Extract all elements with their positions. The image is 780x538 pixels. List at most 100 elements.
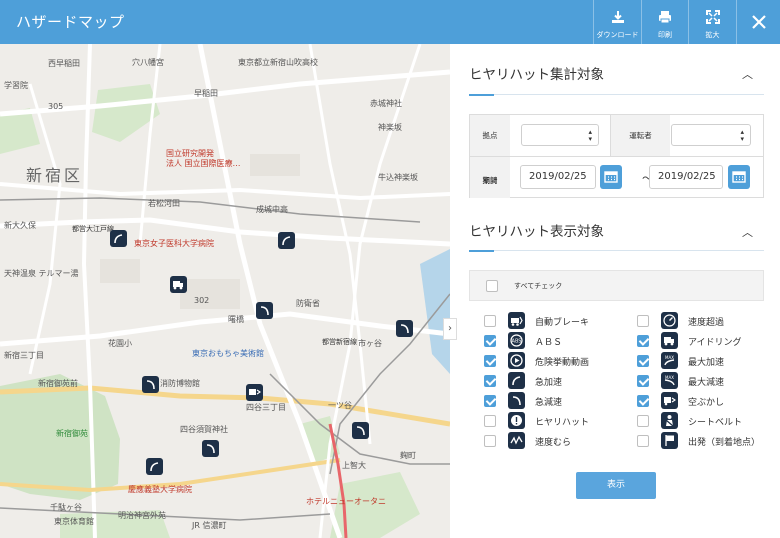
item-checkbox[interactable] [637, 355, 649, 367]
item-checkbox[interactable] [484, 335, 496, 347]
map-marker-revving[interactable] [246, 384, 263, 401]
map-label: 四谷須賀神社 [180, 425, 228, 434]
collapse-caret-icon[interactable]: ︿ [742, 66, 753, 82]
map-label: 東京おもちゃ美術館 [192, 349, 264, 358]
map-marker-sudden-accel[interactable] [146, 458, 163, 475]
map-label: 新宿三丁目 [4, 351, 44, 360]
item-label: 速度むら [535, 438, 572, 448]
map-label: 天神温泉 テルマー湯 [4, 269, 79, 278]
map-marker-idling[interactable] [170, 276, 187, 293]
map-label: 都営大江戸線 [72, 225, 114, 233]
map-label: 穴八幡宮 [132, 58, 164, 67]
app-header: ハザードマップ ダウンロード 印刷 拡大 [0, 0, 780, 44]
map-label: 慶應義塾大学病院 [128, 485, 192, 494]
date-from-calendar-button[interactable] [600, 165, 622, 189]
driver-label: 運転者 [610, 115, 670, 156]
sudden-accel-icon [508, 372, 525, 389]
filter-box: 拠点 ▴ ▾ 運転者 ▴ ▾ 集計 期間 2019/02/25 ～ 2019/02/2… [469, 114, 764, 198]
print-button[interactable]: 印刷 [641, 0, 688, 44]
filter-row-base: 拠点 ▴ ▾ 運転者 ▴ ▾ [470, 115, 763, 157]
item-checkbox[interactable] [484, 435, 496, 447]
map-label: 消防博物館 [160, 379, 200, 388]
map-marker-sudden-accel[interactable] [278, 232, 295, 249]
item-label: ヒヤリハット [535, 418, 590, 428]
item-checkbox[interactable] [637, 315, 649, 327]
item-checkbox[interactable] [484, 395, 496, 407]
download-button[interactable]: ダウンロード [593, 0, 641, 44]
show-button[interactable]: 表示 [576, 472, 656, 499]
panel-toggle-button[interactable]: › [443, 318, 457, 340]
collapse-caret-icon[interactable]: ︿ [742, 224, 753, 240]
check-all-row[interactable]: すべてチェック [469, 270, 764, 301]
item-checkbox[interactable] [637, 395, 649, 407]
item-label: シートベルト [688, 418, 743, 428]
map-marker-sudden-decel[interactable] [352, 422, 369, 439]
item-checkbox[interactable] [637, 435, 649, 447]
abs-icon: ABS [508, 332, 525, 349]
item-label: 出発（到着地点） [688, 438, 761, 448]
expand-icon [705, 9, 720, 28]
item-checkbox[interactable] [484, 375, 496, 387]
map-marker-sudden-decel[interactable] [202, 440, 219, 457]
expand-button[interactable]: 拡大 [688, 0, 736, 44]
item-checkbox[interactable] [637, 335, 649, 347]
map-label: 麹町 [400, 451, 416, 460]
chevron-right-icon: › [448, 323, 452, 334]
map-label: ホテルニューオータニ [306, 497, 386, 506]
item-checkbox[interactable] [637, 415, 649, 427]
map-label: 都営新宿線 [322, 338, 357, 346]
sudden-decel-icon [508, 392, 525, 409]
item-label: 急減速 [535, 398, 563, 408]
section-divider [469, 94, 764, 96]
map-label: 防衛省 [296, 299, 320, 308]
date-to-calendar-button[interactable] [728, 165, 750, 189]
map-label: 新宿御苑前 [38, 379, 78, 388]
map-marker-sudden-decel[interactable] [256, 302, 273, 319]
ward-label: 新宿区 [26, 166, 84, 185]
expand-label: 拡大 [705, 31, 720, 39]
section-title-aggregate: ヒヤリハット集計対象 [469, 67, 604, 83]
item-checkbox[interactable] [484, 315, 496, 327]
map-label: 一ツ谷 [328, 401, 352, 410]
map-label: 曙橋 [228, 315, 244, 324]
item-checkbox[interactable] [484, 355, 496, 367]
map-marker-sudden-accel[interactable] [110, 230, 127, 247]
map-label: 明治神宮外苑 [118, 511, 166, 520]
section-title-display: ヒヤリハット表示対象 [469, 224, 604, 240]
date-to-input[interactable]: 2019/02/25 [649, 165, 723, 189]
hazard-map[interactable]: 西早稲田 穴八幡宮 東京都立新宿山吹高校 早稲田 学習院 赤城神社 神楽坂 新宿… [0, 44, 450, 538]
map-marker-sudden-decel[interactable] [142, 376, 159, 393]
close-icon [751, 14, 766, 33]
item-checkbox[interactable] [484, 415, 496, 427]
base-select[interactable]: ▴ ▾ [521, 124, 599, 146]
item-label: 空ぶかし [688, 398, 725, 408]
close-button[interactable] [736, 0, 780, 44]
svg-text:MAX: MAX [665, 375, 674, 380]
map-label: 早稲田 [194, 89, 218, 98]
map-marker-sudden-decel[interactable] [396, 320, 413, 337]
map-label: 法人 国立国際医療… [166, 159, 241, 168]
map-label: 学習院 [4, 81, 28, 90]
driver-select[interactable]: ▴ ▾ [671, 124, 751, 146]
item-checkbox[interactable] [637, 375, 649, 387]
map-label: 赤城神社 [370, 99, 402, 108]
map-label: JR 信濃町 [192, 521, 227, 530]
seatbelt-icon [661, 412, 678, 429]
map-label: 牛込神楽坂 [378, 173, 418, 182]
download-icon [611, 9, 625, 28]
map-label: 302 [194, 296, 210, 305]
select-arrows-icon: ▴ ▾ [740, 128, 744, 143]
item-label: 自動ブレーキ [535, 318, 590, 328]
date-from-input[interactable]: 2019/02/25 [520, 165, 596, 189]
item-label: 危険挙動動画 [535, 358, 590, 368]
filter-row-period: 集計 期間 2019/02/25 ～ 2019/02/25 [470, 156, 763, 198]
calendar-icon [604, 171, 618, 183]
printer-icon [658, 9, 672, 28]
auto-brake-icon [508, 312, 525, 329]
danger-video-icon [508, 352, 525, 369]
map-label: 四谷三丁目 [246, 403, 286, 412]
departure-icon [661, 432, 678, 449]
check-all-checkbox[interactable] [486, 280, 498, 292]
max-accel-icon: MAX [661, 352, 678, 369]
period-label: 集計 期間 [470, 157, 510, 198]
